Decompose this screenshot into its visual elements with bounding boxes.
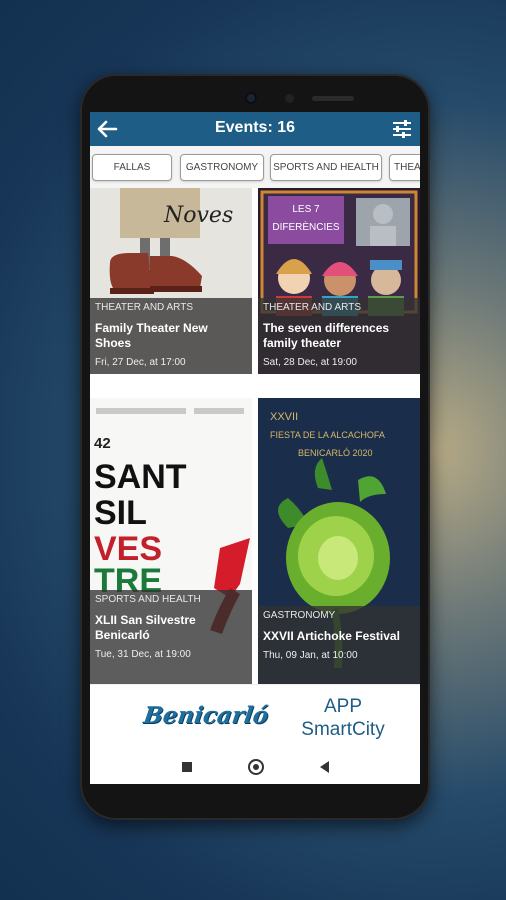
event-date: Fri, 27 Dec, at 17:00 — [95, 357, 186, 368]
system-nav-bar — [90, 750, 420, 784]
event-category: THEATER AND ARTS — [95, 302, 193, 313]
event-card[interactable]: LES 7 DIFERÈNCIES THEATER AND ARTS The s… — [258, 188, 420, 374]
app-footer: Benicarló APP SmartCity — [90, 684, 420, 750]
chip-gastronomy[interactable]: GASTRONOMY — [180, 154, 264, 181]
poster-text: 42 — [94, 435, 111, 452]
event-card[interactable]: 42 SANT SIL VES TRE SPORTS AND HEALTH XL… — [90, 398, 252, 684]
poster-text: BENICARLÓ 2020 — [298, 448, 373, 458]
sliders-icon — [393, 120, 411, 138]
poster-text: DIFERÈNCIES — [272, 220, 340, 233]
category-filter-bar: FALLAS GASTRONOMY SPORTS AND HEALTH THEA — [90, 146, 420, 188]
event-card[interactable]: XXVII FIESTA DE LA ALCACHOFA BENICARLÓ 2… — [258, 398, 420, 684]
event-info: SPORTS AND HEALTH XLII San Silvestre Ben… — [90, 590, 252, 684]
chip-fallas[interactable]: FALLAS — [92, 154, 172, 181]
event-title: XLII San Silvestre Benicarló — [95, 613, 196, 642]
events-grid: Noves THEATER AND ARTS Family Theater Ne… — [90, 188, 420, 684]
poster-text: Noves — [163, 203, 233, 228]
event-title: XXVII Artichoke Festival — [263, 629, 400, 643]
front-camera — [245, 92, 257, 104]
poster-text: FIESTA DE LA ALCACHOFA — [270, 430, 385, 440]
filter-button[interactable] — [388, 115, 416, 143]
page-title: Events: 16 — [214, 119, 296, 136]
app-bar: Events: 16 — [90, 112, 420, 146]
app-label: APP — [323, 696, 363, 717]
event-date: Tue, 31 Dec, at 19:00 — [95, 649, 191, 660]
home-icon[interactable] — [247, 759, 264, 775]
logo-text: Benicarló — [141, 701, 271, 729]
event-category: GASTRONOMY — [263, 610, 336, 621]
chip-theater[interactable]: THEA — [389, 154, 420, 181]
back-triangle-icon[interactable] — [319, 761, 329, 773]
event-date: Thu, 09 Jan, at 10:00 — [263, 650, 358, 661]
event-card[interactable]: Noves THEATER AND ARTS Family Theater Ne… — [90, 188, 252, 374]
sensor — [285, 94, 294, 103]
benicarlo-logo: Benicarló — [142, 689, 270, 741]
event-category: THEATER AND ARTS — [263, 302, 361, 313]
event-info: THEATER AND ARTS The seven differences f… — [258, 298, 420, 374]
event-category: SPORTS AND HEALTH — [95, 594, 201, 605]
event-info: THEATER AND ARTS Family Theater New Shoe… — [90, 298, 252, 374]
event-title: Family Theater New Shoes — [95, 321, 208, 350]
app-screen: Events: 16 FALLAS GASTRONOMY SPORTS AND … — [90, 112, 420, 784]
chip-sports-and-health[interactable]: SPORTS AND HEALTH — [270, 154, 382, 181]
poster-text: XXVII — [270, 411, 298, 423]
recents-icon[interactable] — [181, 762, 192, 772]
earpiece-speaker — [312, 96, 354, 101]
poster-text: SIL — [94, 494, 147, 532]
poster-text: SANT — [94, 458, 187, 496]
event-date: Sat, 28 Dec, at 19:00 — [263, 357, 357, 368]
smartcity-label: APP SmartCity — [296, 695, 390, 741]
event-title: The seven differences family theater — [263, 321, 390, 350]
event-info: GASTRONOMY XXVII Artichoke Festival Thu,… — [258, 606, 420, 684]
smartcity-text: SmartCity — [301, 719, 385, 740]
poster-text: LES 7 — [292, 204, 320, 215]
